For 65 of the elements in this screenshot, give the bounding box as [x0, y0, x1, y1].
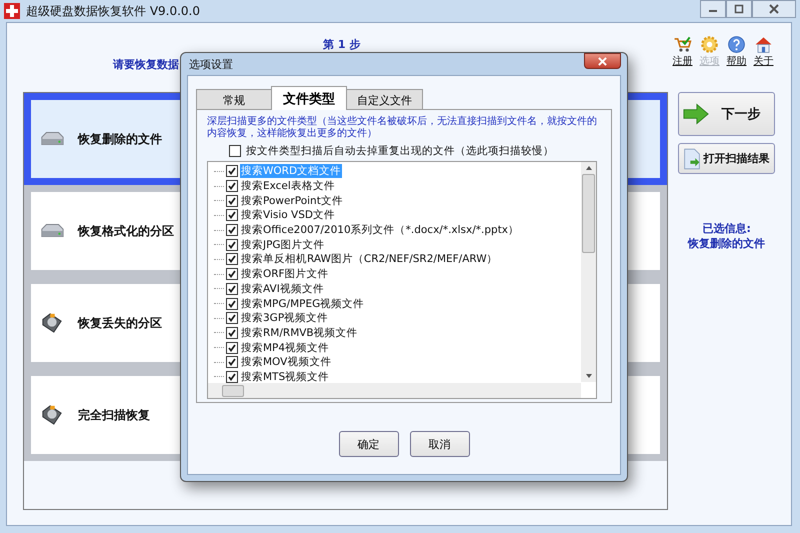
minimize-button[interactable] [700, 0, 726, 18]
toolbar-link[interactable]: 帮助 [725, 35, 748, 92]
checkbox[interactable] [226, 356, 238, 368]
checkbox[interactable] [226, 282, 238, 295]
tree-item[interactable]: 搜索JPG图片文件 [240, 238, 326, 252]
tree-item[interactable]: 搜索ORF图片文件 [240, 267, 330, 282]
checkbox[interactable] [226, 312, 238, 324]
tree-item[interactable]: 搜索MPG/MPEG视频文件 [240, 296, 366, 311]
checkbox[interactable] [226, 180, 238, 192]
close-button[interactable] [584, 53, 621, 69]
scroll-down-icon [586, 374, 592, 378]
document-icon [683, 146, 702, 170]
tree-item[interactable]: 搜索MTS视频文件 [240, 370, 330, 384]
checkbox[interactable] [226, 165, 238, 178]
checkbox[interactable] [226, 209, 238, 222]
tab[interactable]: 文件类型 [271, 86, 347, 110]
tree-item[interactable]: 搜索Visio VSD文件 [240, 208, 336, 222]
horizontal-scrollbar[interactable] [208, 383, 581, 398]
checkbox[interactable] [226, 342, 238, 354]
tree-item[interactable]: 搜索单反相机RAW图片（CR2/NEF/SR2/MEF/ARW） [240, 252, 499, 266]
tab[interactable]: 自定义文件 [346, 89, 423, 110]
checkbox[interactable] [226, 268, 238, 280]
close-icon [769, 4, 779, 14]
step-label: 第 1 步 [323, 39, 360, 51]
checkbox[interactable] [226, 326, 238, 339]
checkbox[interactable] [226, 194, 238, 207]
tree-item[interactable]: 搜索MP4视频文件 [240, 340, 330, 355]
maximize-button[interactable] [726, 0, 752, 18]
maximize-icon [734, 4, 744, 14]
tree-item[interactable]: 搜索Office2007/2010系列文件（*.docx/*.xlsx/*.pptx） [240, 223, 520, 238]
info-title: 已选信息: [702, 221, 751, 236]
tree-item[interactable]: 搜索MOV视频文件 [240, 355, 332, 370]
toolbar-link[interactable]: 注册 [671, 35, 694, 92]
scroll-up-icon [586, 166, 592, 170]
tree-item[interactable]: 搜索3GP视频文件 [240, 311, 330, 326]
tab[interactable]: 常规 [196, 89, 272, 110]
window-title: 超级硬盘数据恢复软件 V9.0.0.0 [26, 2, 200, 20]
info-value: 恢复删除的文件 [688, 236, 766, 251]
dialog-title: 选项设置 [189, 56, 233, 72]
house-icon [754, 35, 773, 54]
checkbox[interactable] [226, 224, 238, 236]
checkbox[interactable] [226, 298, 238, 310]
arrow-icon [683, 103, 710, 125]
help-icon [727, 35, 746, 54]
dialog-button[interactable]: 确定 [338, 431, 398, 457]
tree-item[interactable]: 搜索AVI视频文件 [240, 282, 325, 296]
prompt-text: 请要恢复数据 [113, 57, 179, 72]
app-logo-icon [4, 3, 20, 19]
tree-item[interactable]: 搜索PowerPoint文件 [240, 194, 344, 208]
description-text: 深层扫描更多的文件类型（当这些文件名被破坏后，无法直接扫描到文件名，就按文件的内容恢复，这样能恢复出更多的文件） [207, 116, 597, 140]
checkbox[interactable] [226, 253, 238, 266]
checkbox[interactable] [226, 370, 238, 383]
dedupe-checkbox[interactable]: 按文件类型扫描后自动去掉重复出现的文件（选此项扫描较慢） [229, 144, 597, 158]
action-button[interactable]: 下一步 [678, 92, 775, 136]
tree-item[interactable]: 搜索Excel表格文件 [240, 179, 336, 194]
tree-item[interactable]: 搜索RM/RMVB视频文件 [240, 326, 359, 340]
vertical-scrollbar[interactable] [581, 162, 596, 382]
close-button[interactable] [752, 0, 796, 18]
close-icon [598, 56, 607, 66]
checkbox[interactable] [226, 238, 238, 251]
toolbar-link[interactable]: 关于 [752, 35, 775, 92]
gear-icon [700, 35, 719, 54]
action-button[interactable]: 打开扫描结果 [678, 143, 775, 174]
cart-icon [673, 35, 692, 54]
dialog-button[interactable]: 取消 [410, 431, 470, 457]
